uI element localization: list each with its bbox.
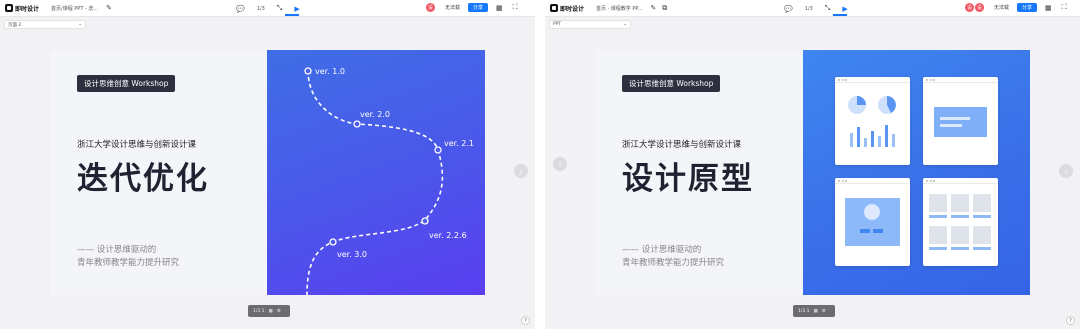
user-avatar-2[interactable]: 设 <box>975 3 984 12</box>
page-counter: 1/3 <box>256 5 265 12</box>
slide-subtitle-line2: 青年教师教学能力提升研究 <box>622 258 725 268</box>
active-tab-indicator <box>285 14 299 16</box>
workshop-badge: 设计思维创意 Workshop <box>622 75 721 92</box>
help-button[interactable]: ? <box>521 316 530 325</box>
comment-icon[interactable]: 💬 <box>236 5 245 13</box>
copy-icon[interactable]: ⧉ <box>662 4 667 13</box>
chart-wireframe <box>835 77 910 165</box>
save-status[interactable]: 无法载 <box>994 4 1009 11</box>
slide-title: 设计原型 <box>622 161 754 197</box>
breadcrumb[interactable]: 首页/课程 PPT - 迭... <box>51 5 98 12</box>
top-toolbar: 即时设计 首页 · 课程教学 PP... ✎ ⧉ 💬 1/3 ⤡ ▶ 设 设 无… <box>545 0 1080 17</box>
page-selector[interactable]: PPT ⌄ <box>549 20 631 29</box>
version-node <box>353 120 361 128</box>
grid-icon[interactable]: ▦ <box>814 309 818 314</box>
user-avatar[interactable]: 设 <box>965 3 974 12</box>
comment-icon[interactable]: 💬 <box>784 5 793 13</box>
right-tools: 设 无法载 分享 ▦ ⛶ <box>426 3 518 12</box>
version-node <box>421 217 429 225</box>
course-name: 浙江大学设计思维与创新设计课 <box>622 140 742 150</box>
logo-icon <box>550 4 558 12</box>
zoom-icon[interactable]: ⤡ <box>277 4 283 13</box>
version-label: ver. 3.0 <box>337 250 367 259</box>
edit-pen-icon[interactable]: ✎ <box>650 4 656 12</box>
edit-pen-icon[interactable]: ✎ <box>106 4 112 12</box>
save-status[interactable]: 无法载 <box>445 4 460 11</box>
page-selector-label: 页面 2 <box>8 22 22 28</box>
slide-subtitle-line2: 青年教师教学能力提升研究 <box>77 258 180 268</box>
slide-title: 迭代优化 <box>77 161 209 197</box>
slide-subtitle-line1: —— 设计思维驱动的 <box>622 245 702 255</box>
app-name: 即时设计 <box>560 5 585 13</box>
list-wireframe-graphic <box>929 194 991 250</box>
workshop-badge: 设计思维创意 Workshop <box>77 75 176 92</box>
center-tools: 💬 1/3 ⤡ ▶ <box>784 4 848 13</box>
next-slide-button[interactable]: › <box>1059 164 1073 178</box>
slide-controls: 1/3 1 ▦ ⚙ <box>248 305 290 317</box>
version-timeline-visual: ver. 1.0 ver. 2.0 ver. 2.1 ver. 2.2.6 ve… <box>267 50 485 295</box>
fullscreen-icon[interactable]: ⛶ <box>513 3 518 12</box>
grid-icon[interactable]: ▦ <box>269 309 273 314</box>
slide-text-area: 设计思维创意 Workshop 浙江大学设计思维与创新设计课 设计原型 —— 设… <box>595 50 803 295</box>
slide-canvas[interactable]: 设计思维创意 Workshop 浙江大学设计思维与创新设计课 设计原型 —— 设… <box>595 50 1030 295</box>
card-wireframe <box>923 77 998 165</box>
version-label: ver. 2.1 <box>444 139 474 148</box>
app-logo[interactable]: 即时设计 <box>5 4 39 13</box>
app-logo[interactable]: 即时设计 <box>550 4 584 13</box>
layout-icon[interactable]: ▦ <box>496 4 503 12</box>
next-slide-button[interactable]: › <box>514 164 528 178</box>
settings-icon[interactable]: ⚙ <box>822 309 826 314</box>
slide-counter: 1/3 1 <box>253 308 265 314</box>
share-button[interactable]: 分享 <box>1017 3 1038 12</box>
card-wireframe-graphic <box>934 107 987 137</box>
course-name: 浙江大学设计思维与创新设计课 <box>77 140 197 150</box>
version-path-graphic: ver. 1.0 ver. 2.0 ver. 2.1 ver. 2.2.6 ve… <box>304 67 474 295</box>
app-root: 即时设计 首页/课程 PPT - 迭... ✎ 💬 1/3 ⤡ ▶ 设 无法载 … <box>0 0 1080 329</box>
user-avatar[interactable]: 设 <box>426 3 435 12</box>
layout-icon[interactable]: ▦ <box>1045 4 1052 12</box>
slide-controls: 1/3 1 ▦ ⚙ <box>793 305 835 317</box>
present-play-icon[interactable]: ▶ <box>294 5 299 13</box>
fullscreen-icon[interactable]: ⛶ <box>1062 3 1067 12</box>
zoom-icon[interactable]: ⤡ <box>825 4 831 13</box>
profile-wireframe-graphic <box>845 198 900 246</box>
breadcrumb[interactable]: 首页 · 课程教学 PP... <box>596 5 642 12</box>
active-tab-indicator <box>833 14 847 16</box>
version-label: ver. 2.2.6 <box>429 231 467 240</box>
chart-wireframe-graphic <box>848 96 896 147</box>
version-node <box>304 67 312 75</box>
list-wireframe <box>923 178 998 266</box>
help-button[interactable]: ? <box>1066 316 1075 325</box>
version-label: ver. 1.0 <box>315 67 345 76</box>
right-window: 即时设计 首页 · 课程教学 PP... ✎ ⧉ 💬 1/3 ⤡ ▶ 设 设 无… <box>545 0 1080 329</box>
center-tools: 💬 1/3 ⤡ ▶ <box>236 4 300 13</box>
settings-icon[interactable]: ⚙ <box>277 309 281 314</box>
logo-icon <box>5 4 13 12</box>
profile-wireframe <box>835 178 910 266</box>
slide-canvas[interactable]: 设计思维创意 Workshop 浙江大学设计思维与创新设计课 迭代优化 —— 设… <box>50 50 485 295</box>
slide-counter: 1/3 1 <box>798 308 810 314</box>
version-label: ver. 2.0 <box>360 110 390 119</box>
present-play-icon[interactable]: ▶ <box>842 5 847 13</box>
chevron-down-icon: ⌄ <box>78 22 82 27</box>
slide-subtitle-line1: —— 设计思维驱动的 <box>77 245 157 255</box>
left-window: 即时设计 首页/课程 PPT - 迭... ✎ 💬 1/3 ⤡ ▶ 设 无法载 … <box>0 0 535 329</box>
page-selector-label: PPT <box>553 22 562 27</box>
app-name: 即时设计 <box>15 5 40 13</box>
version-node <box>434 146 442 154</box>
top-toolbar: 即时设计 首页/课程 PPT - 迭... ✎ 💬 1/3 ⤡ ▶ 设 无法载 … <box>0 0 535 17</box>
slide-text-area: 设计思维创意 Workshop 浙江大学设计思维与创新设计课 迭代优化 —— 设… <box>50 50 267 295</box>
prototype-wireframes-visual <box>803 50 1030 295</box>
window-divider <box>535 0 545 329</box>
prev-slide-button[interactable]: ‹ <box>553 157 567 171</box>
share-button[interactable]: 分享 <box>468 3 489 12</box>
page-selector[interactable]: 页面 2 ⌄ <box>4 20 86 29</box>
chevron-down-icon: ⌄ <box>623 22 627 27</box>
version-node <box>329 238 337 246</box>
page-counter: 1/3 <box>804 5 813 12</box>
right-tools: 设 设 无法载 分享 ▦ ⛶ <box>965 3 1067 12</box>
